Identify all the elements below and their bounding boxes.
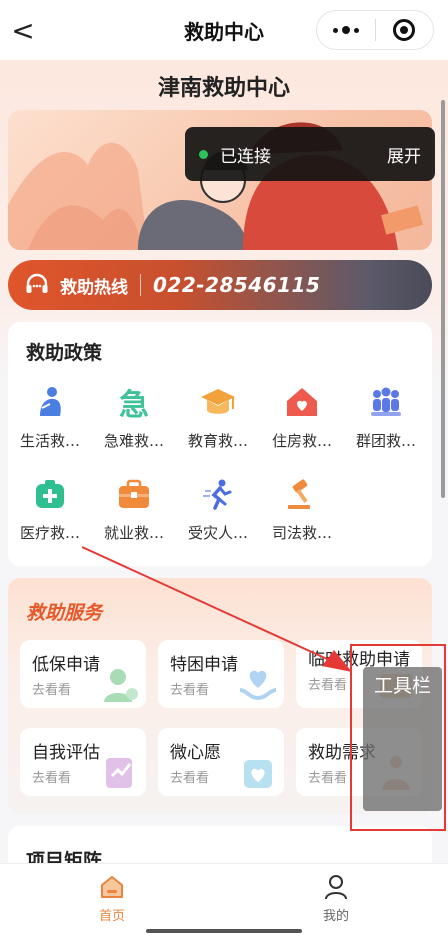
matrix-section: 项目矩阵: [8, 826, 432, 863]
person-sit-icon: [30, 382, 70, 422]
running-person-icon: [198, 474, 238, 514]
connection-toast[interactable]: 已连接 展开: [185, 127, 435, 181]
policy-item-judicial[interactable]: 司法救…: [260, 474, 344, 543]
back-button[interactable]: <: [8, 13, 38, 47]
more-button[interactable]: [317, 11, 375, 49]
grad-cap-icon: [198, 382, 238, 422]
medical-kit-icon: [30, 474, 70, 514]
policy-item-living[interactable]: 生活救…: [8, 382, 92, 451]
service-item-xinyuan[interactable]: 微心愿 去看看: [158, 728, 284, 796]
tab-mine-label: 我的: [322, 909, 349, 924]
gavel-icon: [282, 474, 322, 514]
policy-item-label: 群团救…: [355, 432, 416, 450]
service-title: 救助服务: [26, 602, 103, 624]
policy-item-urgent[interactable]: 急 急难救…: [92, 382, 176, 451]
home-indicator: [146, 929, 302, 933]
connection-status: 已连接: [220, 146, 271, 167]
tab-bar: 首页 我的: [0, 863, 448, 933]
connected-dot-icon: [199, 149, 208, 159]
nav-bar: < 救助中心: [0, 0, 448, 60]
home-icon: [101, 876, 123, 898]
center-title: 津南救助中心: [157, 76, 290, 101]
more-dots-icon: [332, 26, 359, 34]
policy-item-housing[interactable]: 住房救…: [260, 382, 344, 451]
policy-item-label: 医疗救…: [19, 524, 80, 542]
policy-item-label: 就业救…: [103, 524, 164, 542]
policy-item-group[interactable]: 群团救…: [344, 382, 428, 451]
policy-item-label: 住房救…: [271, 432, 332, 450]
policy-section: 救助政策 生活救… 急 急难救… 教育救… 住房救… 群团救… 医疗救… 就业救…: [8, 322, 432, 566]
hands-heart-icon: [239, 670, 277, 701]
tab-mine[interactable]: 我的: [224, 864, 448, 933]
chevron-left-icon: <: [11, 13, 35, 47]
checklist-icon: [106, 758, 132, 788]
hotline-bar[interactable]: 救助热线 022-28546115: [8, 260, 432, 310]
hotline-label: 救助热线: [60, 277, 128, 298]
hotline-number[interactable]: 022-28546115: [153, 273, 320, 297]
service-item-pinggu[interactable]: 自我评估 去看看: [20, 728, 146, 796]
tab-home[interactable]: 首页: [0, 864, 224, 933]
close-miniapp-button[interactable]: [376, 11, 434, 49]
hotline-divider: [140, 274, 141, 296]
tab-home-label: 首页: [98, 909, 125, 924]
policy-item-label: 教育救…: [187, 432, 248, 450]
policy-item-label: 受灾人…: [187, 524, 248, 542]
group-icon: [366, 382, 406, 422]
briefcase-icon: [114, 474, 154, 514]
service-item-tekun[interactable]: 特困申请 去看看: [158, 640, 284, 708]
matrix-title: 项目矩阵: [26, 850, 103, 863]
scrollbar[interactable]: [441, 100, 445, 498]
user-icon: [325, 875, 347, 900]
policy-item-label: 司法救…: [271, 524, 332, 542]
page-title: 救助中心: [184, 19, 264, 44]
policy-item-education[interactable]: 教育救…: [176, 382, 260, 451]
urgent-char-icon: 急: [119, 388, 149, 423]
card-heart-icon: [244, 760, 272, 788]
policy-item-employment[interactable]: 就业救…: [92, 474, 176, 543]
policy-title: 救助政策: [26, 342, 103, 364]
headset-icon: [26, 273, 48, 293]
person-badge-icon: [104, 669, 138, 702]
toolbar-label: 工具栏: [373, 675, 431, 697]
miniapp-capsule: [316, 10, 434, 50]
house-heart-icon: [282, 382, 322, 422]
policy-item-label: 生活救…: [19, 432, 80, 450]
service-item-dibao[interactable]: 低保申请 去看看: [20, 640, 146, 708]
policy-item-medical[interactable]: 医疗救…: [8, 474, 92, 543]
expand-button[interactable]: 展开: [387, 142, 421, 167]
policy-item-label: 急难救…: [103, 432, 164, 450]
target-circle-icon: [393, 19, 416, 41]
policy-item-disaster[interactable]: 受灾人…: [176, 474, 260, 543]
